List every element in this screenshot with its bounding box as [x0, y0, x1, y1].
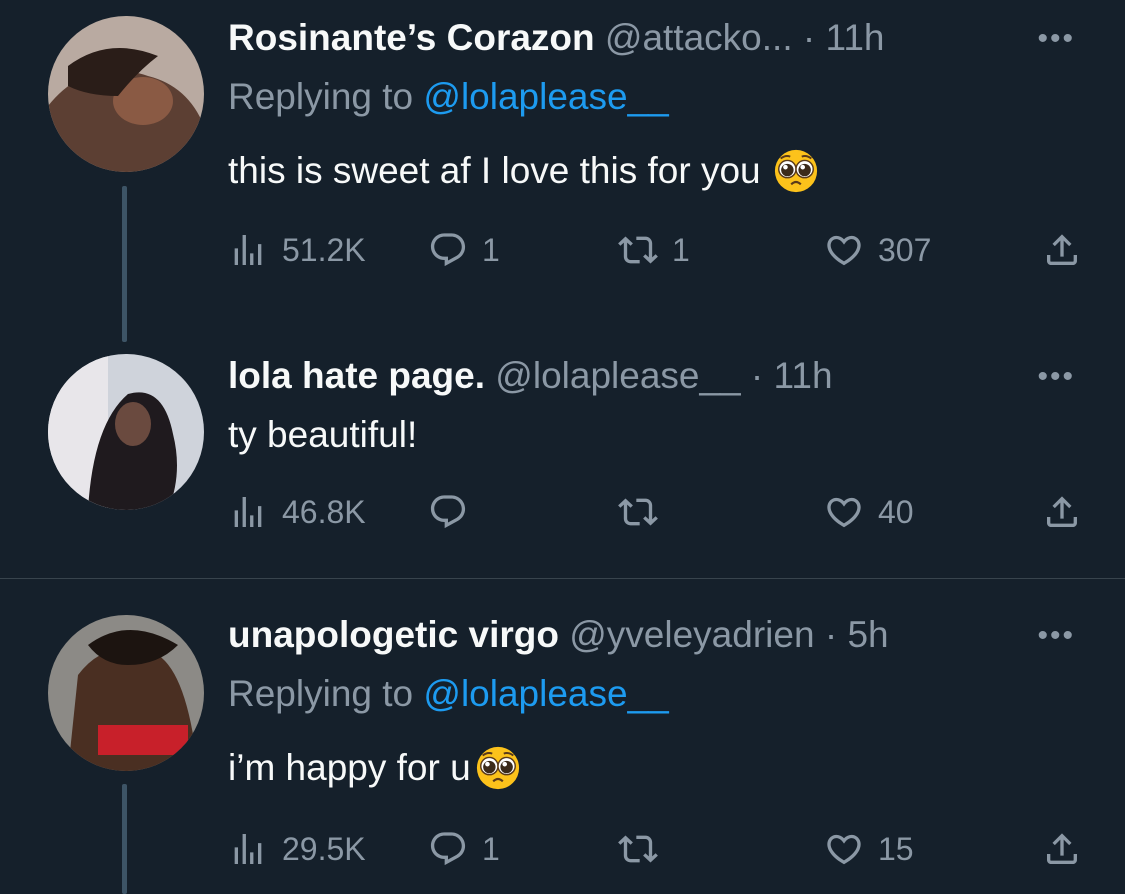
- share-icon: [1042, 230, 1082, 270]
- tweet-actions: 46.8K 40: [228, 492, 1088, 532]
- avatar[interactable]: [48, 354, 204, 510]
- retweet-button[interactable]: 1: [618, 230, 690, 270]
- retweet-icon: [618, 230, 658, 270]
- views-icon: [228, 829, 268, 869]
- retweet-count: 1: [672, 231, 690, 268]
- display-name[interactable]: Rosinante’s Corazon: [228, 17, 595, 58]
- thread-line: [122, 784, 127, 894]
- replying-to-label: Replying to: [228, 673, 424, 714]
- like-count: 15: [878, 830, 914, 867]
- timestamp[interactable]: 5h: [847, 614, 888, 655]
- separator-dot: ·: [750, 355, 764, 396]
- display-name[interactable]: unapologetic virgo: [228, 614, 559, 655]
- replying-to-label: Replying to: [228, 76, 424, 117]
- pleading-face-emoji-icon: [773, 148, 819, 194]
- separator-dot: ·: [802, 17, 816, 58]
- more-options-icon[interactable]: •••: [1037, 621, 1075, 651]
- heart-icon: [824, 492, 864, 532]
- tweet-actions: 29.5K 1 15: [228, 829, 1088, 869]
- heart-icon: [824, 829, 864, 869]
- timestamp[interactable]: 11h: [826, 17, 885, 58]
- share-button[interactable]: [1042, 492, 1082, 532]
- mention-link[interactable]: @lolaplease__: [423, 76, 668, 117]
- tweet[interactable]: unapologetic virgo @yveleyadrien · 5h ••…: [0, 579, 1125, 894]
- tweet-text: ty beautiful!: [228, 414, 417, 456]
- like-button[interactable]: 15: [824, 829, 914, 869]
- share-button[interactable]: [1042, 230, 1082, 270]
- more-options-icon[interactable]: •••: [1037, 362, 1075, 392]
- like-button[interactable]: 307: [824, 230, 931, 270]
- retweet-icon: [618, 829, 658, 869]
- more-options-icon[interactable]: •••: [1037, 24, 1075, 54]
- share-button[interactable]: [1042, 829, 1082, 869]
- tweet[interactable]: lola hate page. @lolaplease__ · 11h ••• …: [0, 340, 1125, 578]
- tweet-text-content: ty beautiful!: [228, 414, 418, 455]
- reply-count: 1: [482, 830, 500, 867]
- views-count: 46.8K: [282, 493, 366, 530]
- tweet-text-content: this is sweet af I love this for you: [228, 150, 761, 191]
- tweet-header: lola hate page. @lolaplease__ · 11h: [228, 354, 833, 398]
- views-button[interactable]: 51.2K: [228, 230, 366, 270]
- share-icon: [1042, 492, 1082, 532]
- tweet[interactable]: Rosinante’s Corazon @attacko... · 11h ••…: [0, 0, 1125, 342]
- views-icon: [228, 492, 268, 532]
- reply-count: 1: [482, 231, 500, 268]
- views-icon: [228, 230, 268, 270]
- timestamp[interactable]: 11h: [774, 355, 833, 396]
- tweet-header: Rosinante’s Corazon @attacko... · 11h: [228, 16, 885, 60]
- retweet-button[interactable]: [618, 829, 672, 869]
- like-count: 307: [878, 231, 932, 268]
- reply-icon: [428, 829, 468, 869]
- user-handle[interactable]: @yveleyadrien: [569, 614, 814, 655]
- heart-icon: [824, 230, 864, 270]
- reply-button[interactable]: 1: [428, 829, 500, 869]
- tweet-text-content: i’m happy for u: [228, 747, 471, 788]
- replying-to: Replying to @lolaplease__: [228, 76, 669, 118]
- separator-dot: ·: [824, 614, 838, 655]
- views-count: 51.2K: [282, 231, 366, 268]
- like-count: 40: [878, 493, 914, 530]
- share-icon: [1042, 829, 1082, 869]
- display-name[interactable]: lola hate page.: [228, 355, 485, 396]
- avatar[interactable]: [48, 16, 204, 172]
- views-button[interactable]: 29.5K: [228, 829, 366, 869]
- user-handle[interactable]: @lolaplease__: [495, 355, 740, 396]
- pleading-face-emoji-icon: [475, 745, 521, 791]
- user-handle[interactable]: @attacko...: [605, 17, 793, 58]
- reply-icon: [428, 492, 468, 532]
- thread-line: [122, 186, 127, 342]
- replying-to: Replying to @lolaplease__: [228, 673, 669, 715]
- tweet-text: this is sweet af I love this for you: [228, 148, 819, 194]
- views-button[interactable]: 46.8K: [228, 492, 366, 532]
- avatar[interactable]: [48, 615, 204, 771]
- retweet-button[interactable]: [618, 492, 672, 532]
- views-count: 29.5K: [282, 830, 366, 867]
- reply-button[interactable]: [428, 492, 482, 532]
- tweet-header: unapologetic virgo @yveleyadrien · 5h: [228, 613, 889, 657]
- retweet-icon: [618, 492, 658, 532]
- tweet-text: i’m happy for u: [228, 745, 521, 791]
- reply-icon: [428, 230, 468, 270]
- reply-button[interactable]: 1: [428, 230, 500, 270]
- mention-link[interactable]: @lolaplease__: [423, 673, 668, 714]
- like-button[interactable]: 40: [824, 492, 914, 532]
- tweet-actions: 51.2K 1 1 307: [228, 230, 1088, 270]
